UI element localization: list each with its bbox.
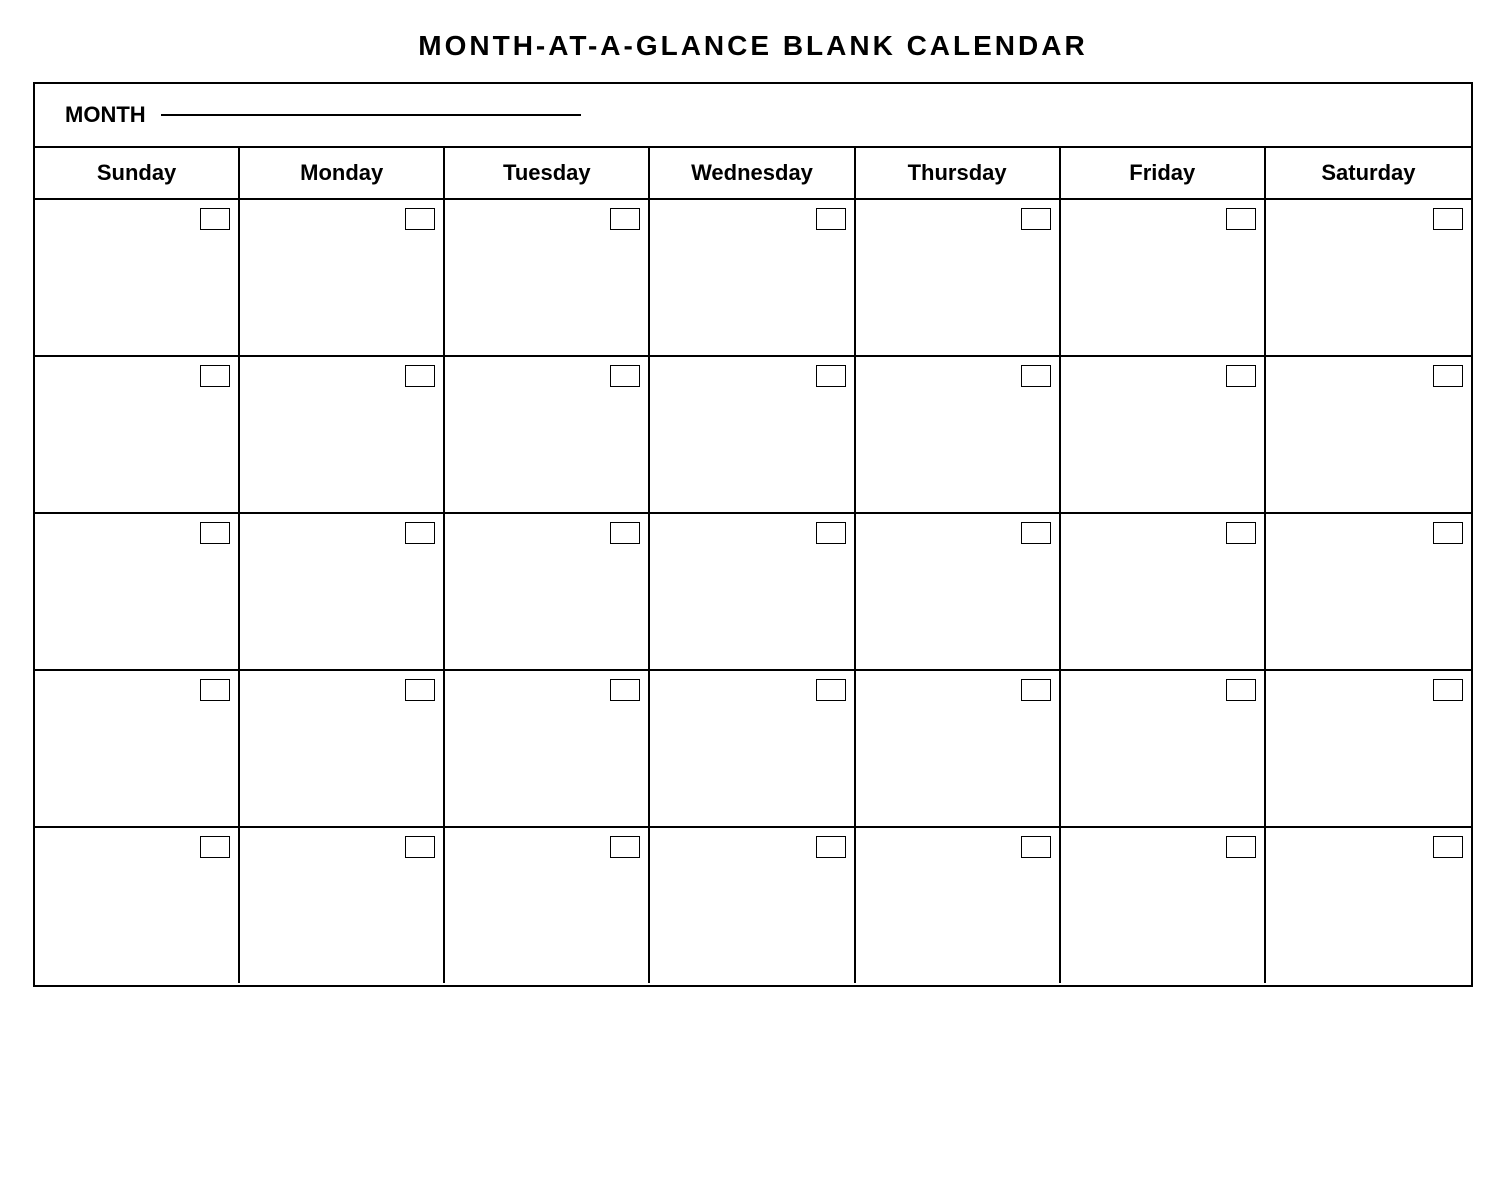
date-box <box>200 365 230 387</box>
calendar-cell-r1-c6[interactable] <box>1061 200 1266 355</box>
calendar-cell-r1-c5[interactable] <box>856 200 1061 355</box>
calendar-cell-r1-c1[interactable] <box>35 200 240 355</box>
date-box <box>1021 679 1051 701</box>
day-header-tuesday: Tuesday <box>445 148 650 198</box>
date-box <box>816 365 846 387</box>
date-box <box>405 836 435 858</box>
calendar-cell-r3-c6[interactable] <box>1061 514 1266 669</box>
date-box <box>200 522 230 544</box>
calendar-row-1 <box>35 200 1471 357</box>
calendar-cell-r1-c2[interactable] <box>240 200 445 355</box>
calendar-cell-r2-c7[interactable] <box>1266 357 1471 512</box>
calendar-cell-r5-c2[interactable] <box>240 828 445 983</box>
calendar-cell-r2-c1[interactable] <box>35 357 240 512</box>
date-box <box>1226 679 1256 701</box>
calendar-wrapper: MONTH Sunday Monday Tuesday Wednesday Th… <box>33 82 1473 987</box>
calendar-cell-r3-c2[interactable] <box>240 514 445 669</box>
date-box <box>1433 522 1463 544</box>
date-box <box>200 679 230 701</box>
calendar-row-5 <box>35 828 1471 985</box>
date-box <box>1433 208 1463 230</box>
calendar-cell-r2-c4[interactable] <box>650 357 855 512</box>
calendar-cell-r1-c3[interactable] <box>445 200 650 355</box>
date-box <box>610 365 640 387</box>
month-header: MONTH <box>35 84 1471 148</box>
calendar-cell-r5-c3[interactable] <box>445 828 650 983</box>
day-header-wednesday: Wednesday <box>650 148 855 198</box>
calendar-cell-r5-c7[interactable] <box>1266 828 1471 983</box>
date-box <box>405 365 435 387</box>
date-box <box>610 522 640 544</box>
date-box <box>610 836 640 858</box>
date-box <box>1226 836 1256 858</box>
date-box <box>200 836 230 858</box>
date-box <box>1021 208 1051 230</box>
day-header-thursday: Thursday <box>856 148 1061 198</box>
date-box <box>816 208 846 230</box>
day-header-friday: Friday <box>1061 148 1266 198</box>
calendar-cell-r4-c6[interactable] <box>1061 671 1266 826</box>
date-box <box>1433 679 1463 701</box>
calendar-cell-r3-c1[interactable] <box>35 514 240 669</box>
day-header-monday: Monday <box>240 148 445 198</box>
date-box <box>816 522 846 544</box>
date-box <box>1433 836 1463 858</box>
page-container: MONTH-AT-A-GLANCE BLANK CALENDAR MONTH S… <box>33 20 1473 987</box>
calendar-row-3 <box>35 514 1471 671</box>
calendar-cell-r5-c4[interactable] <box>650 828 855 983</box>
month-label: MONTH <box>65 102 146 128</box>
calendar-cell-r2-c6[interactable] <box>1061 357 1266 512</box>
date-box <box>1021 365 1051 387</box>
date-box <box>610 208 640 230</box>
calendar-cell-r4-c3[interactable] <box>445 671 650 826</box>
calendar-cell-r4-c2[interactable] <box>240 671 445 826</box>
calendar-cell-r3-c5[interactable] <box>856 514 1061 669</box>
calendar-cell-r5-c1[interactable] <box>35 828 240 983</box>
date-box <box>816 836 846 858</box>
day-header-saturday: Saturday <box>1266 148 1471 198</box>
date-box <box>816 679 846 701</box>
date-box <box>1226 365 1256 387</box>
calendar-cell-r1-c7[interactable] <box>1266 200 1471 355</box>
calendar-cell-r4-c5[interactable] <box>856 671 1061 826</box>
calendar-cell-r5-c6[interactable] <box>1061 828 1266 983</box>
date-box <box>405 208 435 230</box>
date-box <box>1021 836 1051 858</box>
calendar-cell-r3-c7[interactable] <box>1266 514 1471 669</box>
day-headers: Sunday Monday Tuesday Wednesday Thursday… <box>35 148 1471 200</box>
calendar-row-4 <box>35 671 1471 828</box>
date-box <box>1226 522 1256 544</box>
calendar-cell-r2-c5[interactable] <box>856 357 1061 512</box>
date-box <box>1226 208 1256 230</box>
calendar-cell-r5-c5[interactable] <box>856 828 1061 983</box>
calendar-grid <box>35 200 1471 985</box>
calendar-cell-r4-c1[interactable] <box>35 671 240 826</box>
calendar-cell-r1-c4[interactable] <box>650 200 855 355</box>
date-box <box>1021 522 1051 544</box>
calendar-cell-r3-c3[interactable] <box>445 514 650 669</box>
calendar-cell-r4-c4[interactable] <box>650 671 855 826</box>
date-box <box>405 679 435 701</box>
calendar-cell-r2-c2[interactable] <box>240 357 445 512</box>
calendar-title: MONTH-AT-A-GLANCE BLANK CALENDAR <box>33 20 1473 72</box>
calendar-row-2 <box>35 357 1471 514</box>
month-underline <box>161 114 581 116</box>
date-box <box>405 522 435 544</box>
day-header-sunday: Sunday <box>35 148 240 198</box>
date-box <box>200 208 230 230</box>
date-box <box>1433 365 1463 387</box>
calendar-cell-r3-c4[interactable] <box>650 514 855 669</box>
date-box <box>610 679 640 701</box>
calendar-cell-r4-c7[interactable] <box>1266 671 1471 826</box>
calendar-cell-r2-c3[interactable] <box>445 357 650 512</box>
